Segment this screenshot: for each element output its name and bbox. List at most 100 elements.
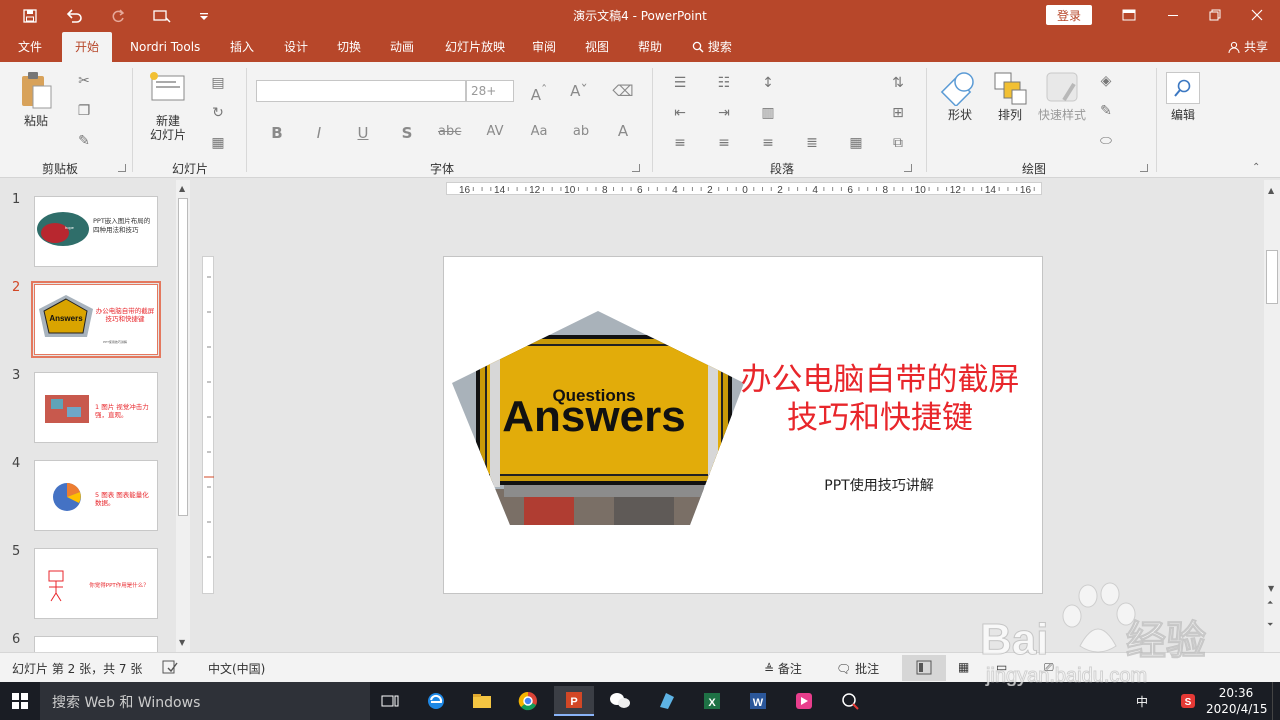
slide-thumbnail-2[interactable]: Answers PPT使用技巧讲解 办公电脑自带的截屏技巧和快捷键	[31, 281, 161, 358]
close-icon[interactable]	[1236, 0, 1278, 30]
section-icon[interactable]: ▦	[208, 134, 228, 152]
shape-outline-icon[interactable]: ✎	[1096, 102, 1116, 120]
shape-effects-icon[interactable]: ⬭	[1096, 132, 1116, 150]
numbering-icon[interactable]: ☷	[714, 74, 734, 92]
tab-review[interactable]: 审阅	[524, 32, 564, 62]
powerpoint-app-icon[interactable]: P	[554, 686, 594, 716]
touch-mode-icon[interactable]	[148, 4, 176, 28]
char-spacing-icon[interactable]: AV	[484, 124, 506, 139]
minimize-icon[interactable]	[1152, 0, 1194, 30]
customize-qat-icon[interactable]	[190, 4, 218, 28]
next-slide-icon[interactable]: ⏷	[1267, 620, 1273, 630]
capture-tool-icon[interactable]	[830, 686, 870, 716]
clipboard-launcher-icon[interactable]	[118, 164, 126, 172]
media-app-icon[interactable]	[784, 686, 824, 716]
font-name-input[interactable]	[256, 80, 466, 102]
tab-view[interactable]: 视图	[577, 32, 617, 62]
align-text-icon[interactable]: ⊞	[888, 104, 908, 122]
sogou-ime-icon[interactable]: S	[1180, 682, 1196, 720]
language-indicator[interactable]: 中文(中国)	[208, 660, 265, 677]
file-explorer-icon[interactable]	[462, 686, 502, 716]
thumbnail-scrollbar[interactable]: ▲ ▼	[176, 180, 190, 652]
arrange-button[interactable]	[992, 70, 1028, 106]
paste-label[interactable]: 粘贴	[18, 114, 54, 128]
new-slide-label-2[interactable]: 幻灯片	[138, 128, 198, 142]
word-app-icon[interactable]: W	[738, 686, 778, 716]
font-launcher-icon[interactable]	[632, 164, 640, 172]
copy-icon[interactable]: ❐	[74, 102, 94, 120]
task-view-icon[interactable]	[370, 686, 410, 716]
tab-nordri-tools[interactable]: Nordri Tools	[122, 32, 208, 62]
font-color-icon[interactable]: A	[612, 122, 634, 140]
scroll-up-icon[interactable]: ▲	[179, 184, 185, 193]
tab-help[interactable]: 帮助	[630, 32, 670, 62]
spellcheck-icon[interactable]	[162, 660, 178, 677]
slide-thumbnail-1[interactable]: hope PPT嵌入图片布局的四种用法和技巧	[34, 196, 158, 267]
tab-home[interactable]: 开始	[62, 32, 112, 62]
tab-insert[interactable]: 插入	[222, 32, 262, 62]
justify-icon[interactable]: ≣	[802, 134, 822, 152]
slide-title[interactable]: 办公电脑自带的截屏技巧和快捷键	[740, 361, 1020, 437]
shadow-icon[interactable]: S	[396, 124, 418, 142]
tab-animations[interactable]: 动画	[382, 32, 422, 62]
notes-app-icon[interactable]	[646, 686, 686, 716]
redo-icon[interactable]	[104, 4, 132, 28]
smartart-icon[interactable]: ⧉	[888, 134, 908, 152]
windows-start-icon[interactable]	[12, 693, 28, 712]
share-button[interactable]: 共享	[1228, 32, 1268, 62]
cut-icon[interactable]: ✂	[74, 72, 94, 90]
ime-indicator[interactable]: 中	[1136, 682, 1148, 720]
quick-styles-button[interactable]	[1044, 70, 1080, 106]
reset-icon[interactable]: ↻	[208, 104, 228, 122]
text-direction-icon[interactable]: ⇅	[888, 74, 908, 92]
paste-button[interactable]	[18, 70, 54, 110]
scrollbar-thumb[interactable]	[1266, 250, 1278, 304]
previous-slide-icon[interactable]: ⏶	[1267, 598, 1273, 608]
answers-sign-image[interactable]: Questions Answers	[444, 257, 754, 594]
slide-thumbnail-6[interactable]	[34, 636, 158, 652]
font-size-input[interactable]: 28+	[466, 80, 514, 102]
bold-icon[interactable]: B	[266, 124, 288, 142]
collapse-ribbon-icon[interactable]: ⌃	[1252, 162, 1260, 173]
slide-thumbnail-4[interactable]: 5 图表 图表能量化数据。	[34, 460, 158, 531]
clear-format-icon[interactable]: ⌫	[612, 82, 634, 100]
wechat-icon[interactable]	[600, 686, 640, 716]
restore-icon[interactable]	[1194, 0, 1236, 30]
bullets-icon[interactable]: ☰	[670, 74, 690, 92]
quick-styles-label[interactable]: 快速样式	[1034, 108, 1090, 122]
tell-me-search[interactable]: 搜索	[684, 32, 740, 62]
slide-thumbnail-5[interactable]: 你觉得PPT作用是什么？	[34, 548, 158, 619]
align-center-icon[interactable]: ≡	[714, 134, 734, 152]
show-desktop-button[interactable]	[1272, 682, 1280, 720]
editing-button[interactable]	[1166, 72, 1200, 104]
chrome-browser-icon[interactable]	[508, 686, 548, 716]
italic-icon[interactable]: I	[308, 124, 330, 142]
change-case-icon[interactable]: Aa	[528, 124, 550, 139]
edge-browser-icon[interactable]	[416, 686, 456, 716]
shapes-label[interactable]: 形状	[938, 108, 982, 122]
line-spacing-icon[interactable]: ↕	[758, 74, 778, 92]
drawing-launcher-icon[interactable]	[1140, 164, 1148, 172]
new-slide-label-1[interactable]: 新建	[138, 114, 198, 128]
layout-icon[interactable]: ▤	[208, 74, 228, 92]
normal-view-button[interactable]	[902, 655, 946, 681]
save-icon[interactable]	[16, 4, 44, 28]
tab-design[interactable]: 设计	[276, 32, 316, 62]
arrange-label[interactable]: 排列	[988, 108, 1032, 122]
system-clock[interactable]: 20:36 2020/4/15	[1206, 685, 1268, 717]
slide-sorter-icon[interactable]: ▦	[958, 660, 969, 674]
strikethrough-icon[interactable]: abc	[438, 124, 461, 139]
distributed-icon[interactable]: ▦	[846, 134, 866, 152]
current-slide[interactable]: Questions Answers 办公电脑自带的截屏技巧和快捷键 PPT使用技…	[443, 256, 1043, 594]
excel-app-icon[interactable]: X	[692, 686, 732, 716]
reading-view-icon[interactable]: ▭	[996, 660, 1007, 674]
new-slide-button[interactable]	[148, 70, 188, 106]
taskbar-search-box[interactable]: 搜索 Web 和 Windows	[40, 682, 370, 720]
tab-slideshow[interactable]: 幻灯片放映	[437, 32, 513, 62]
editing-label[interactable]: 编辑	[1162, 108, 1204, 122]
slide-thumbnail-3[interactable]: 1 图片 视觉冲击力强，直观。	[34, 372, 158, 443]
login-button[interactable]: 登录	[1046, 5, 1092, 25]
highlight-icon[interactable]: ab	[570, 124, 592, 139]
grow-font-icon[interactable]: Aˆ	[528, 82, 550, 104]
comments-button[interactable]: 🗨 批注	[836, 660, 879, 677]
